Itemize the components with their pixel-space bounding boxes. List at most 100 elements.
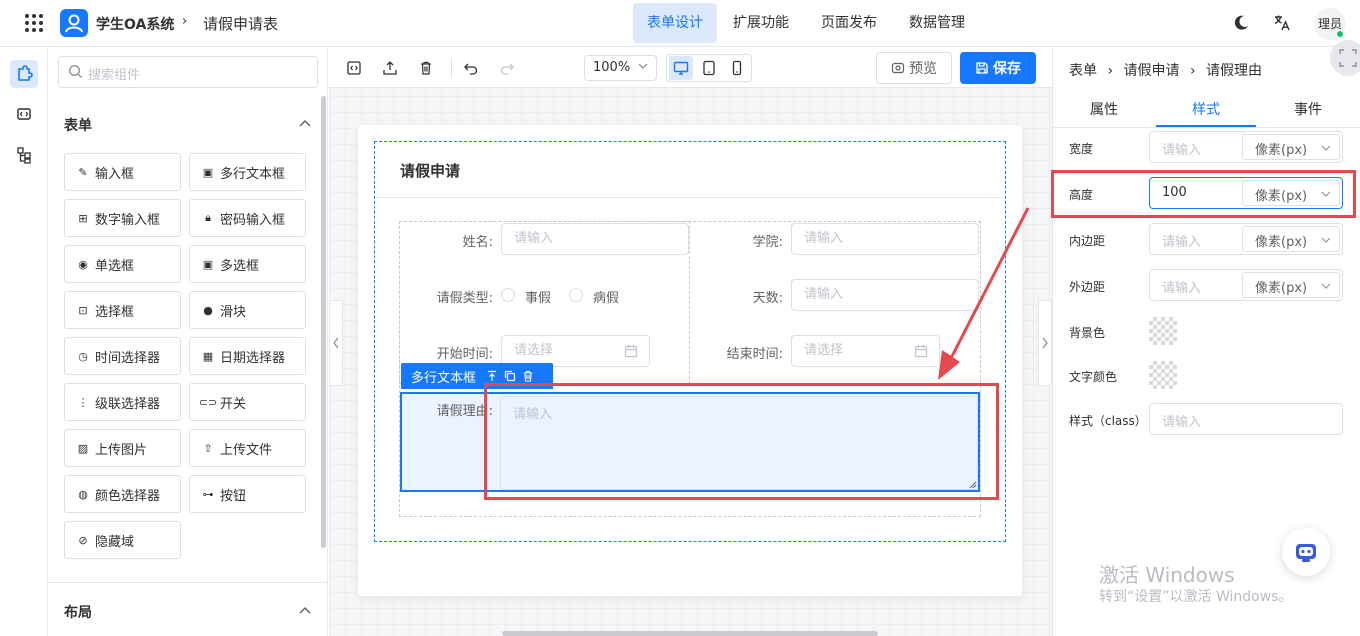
radio-personal[interactable]: [501, 288, 515, 302]
comp-slider[interactable]: ● 滑块: [189, 291, 306, 329]
chevron-up-icon[interactable]: [298, 118, 312, 128]
comp-label: 按钮: [220, 488, 247, 504]
comp-number[interactable]: ⊞ 数字输入框: [64, 199, 181, 237]
collapse-right-handle[interactable]: [1038, 300, 1052, 386]
expand-icon: [1339, 49, 1357, 67]
online-status-dot: [1336, 30, 1344, 38]
end-time-label: 结束时间:: [726, 347, 783, 362]
collapse-left-handle[interactable]: [329, 300, 343, 386]
tab-events[interactable]: 事件: [1294, 99, 1322, 119]
breadcrumb-item[interactable]: 请假申请: [1124, 63, 1180, 79]
class-label: 样式（class）: [1069, 414, 1147, 428]
chevron-down-icon: [1321, 145, 1331, 151]
comp-button[interactable]: ⊶ 按钮: [189, 475, 306, 513]
name-input[interactable]: 请输入: [501, 223, 689, 255]
chevron-down-icon: [1321, 237, 1331, 243]
comp-select[interactable]: ⊡ 选择框: [64, 291, 181, 329]
comp-password[interactable]: 🔒︎ 密码输入框: [189, 199, 306, 237]
padding-unit-select[interactable]: 像素(px): [1242, 226, 1340, 252]
tab-form-design[interactable]: 表单设计: [633, 3, 717, 43]
chevron-right-icon: [1042, 337, 1048, 349]
mobile-icon[interactable]: [725, 56, 749, 80]
comp-label: 日期选择器: [220, 350, 286, 366]
save-button[interactable]: 保存: [960, 52, 1036, 84]
delete-icon[interactable]: [522, 370, 534, 382]
bg-color-picker[interactable]: [1149, 317, 1177, 345]
lock-icon: 🔒︎: [205, 211, 211, 224]
save-icon: [976, 62, 988, 74]
search-icon: [68, 64, 83, 79]
tab-extensions[interactable]: 扩展功能: [719, 3, 803, 43]
comp-cascader[interactable]: ⋮ 级联选择器: [64, 383, 181, 421]
translate-icon[interactable]: [1273, 14, 1291, 32]
section-divider: [48, 582, 328, 583]
redo-icon[interactable]: [497, 58, 517, 78]
preview-button[interactable]: 预览: [876, 52, 952, 84]
desktop-icon[interactable]: [669, 56, 693, 80]
assistant-button[interactable]: [1282, 528, 1330, 576]
comp-upload-file[interactable]: ⇧ 上传文件: [189, 429, 306, 467]
eye-off-icon: ⊘: [78, 533, 88, 547]
comp-input[interactable]: ✎ 输入框: [64, 153, 181, 191]
unit-label: 像素(px): [1255, 189, 1308, 204]
rail-code-button[interactable]: [10, 100, 38, 128]
days-label: 天数:: [752, 291, 783, 306]
comp-date[interactable]: ▦ 日期选择器: [189, 337, 306, 375]
rail-components-button[interactable]: [10, 60, 38, 88]
text-color-picker[interactable]: [1149, 361, 1177, 389]
rail-tree-button[interactable]: [10, 140, 38, 168]
class-input[interactable]: 请输入: [1149, 403, 1343, 435]
radio-sick[interactable]: [569, 288, 583, 302]
export-icon[interactable]: [380, 58, 400, 78]
margin-input[interactable]: 请输入 像素(px): [1149, 269, 1343, 301]
calendar-icon: ▦: [202, 349, 214, 363]
calendar-icon: [624, 344, 638, 358]
height-unit-select[interactable]: 像素(px): [1242, 180, 1340, 206]
height-input[interactable]: 100 像素(px): [1149, 177, 1343, 209]
form-title: 请假申请: [400, 162, 461, 180]
margin-unit-select[interactable]: 像素(px): [1242, 272, 1340, 298]
breadcrumb-item[interactable]: 请假理由: [1206, 63, 1262, 79]
chevron-left-icon: [333, 337, 339, 349]
breadcrumb-item[interactable]: 表单: [1069, 63, 1097, 79]
chevron-up-icon[interactable]: [298, 605, 312, 615]
unit-label: 像素(px): [1255, 235, 1308, 250]
tab-page-publish[interactable]: 页面发布: [807, 3, 891, 43]
width-unit-select[interactable]: 像素(px): [1242, 134, 1340, 160]
comp-upload-image[interactable]: ▨ 上传图片: [64, 429, 181, 467]
breadcrumb-separator: ›: [1107, 63, 1114, 79]
apps-grid-icon[interactable]: [24, 13, 44, 33]
unit-label: 像素(px): [1255, 143, 1308, 158]
comp-switch[interactable]: ⊂⊃ 开关: [189, 383, 306, 421]
comp-time[interactable]: ◷ 时间选择器: [64, 337, 181, 375]
form-section-title: 表单: [64, 118, 92, 134]
comp-color[interactable]: ◍ 颜色选择器: [64, 475, 181, 513]
comp-checkbox[interactable]: ▣ 多选框: [189, 245, 306, 283]
college-label: 学院:: [752, 235, 783, 250]
comp-label: 多选框: [220, 258, 260, 274]
undo-icon[interactable]: [461, 58, 481, 78]
form-title-divider: [375, 197, 1005, 198]
trash-icon[interactable]: [416, 58, 436, 78]
search-placeholder: 搜索组件: [88, 68, 141, 83]
tab-attributes[interactable]: 属性: [1090, 99, 1118, 119]
tablet-icon[interactable]: [697, 56, 721, 80]
reason-label: 请假理由:: [436, 404, 493, 419]
dark-mode-icon[interactable]: [1232, 14, 1250, 32]
code-view-icon[interactable]: [344, 58, 364, 78]
tab-style[interactable]: 样式: [1192, 99, 1220, 119]
width-input[interactable]: 请输入 像素(px): [1149, 131, 1343, 163]
move-top-icon[interactable]: [486, 370, 498, 382]
radio-sick-label: 病假: [593, 291, 620, 306]
comp-textarea[interactable]: ▣ 多行文本框: [189, 153, 306, 191]
padding-input[interactable]: 请输入 像素(px): [1149, 223, 1343, 255]
comp-hidden[interactable]: ⊘ 隐藏域: [64, 521, 181, 559]
selected-tag-label: 多行文本框: [411, 370, 477, 386]
tab-data-manage[interactable]: 数据管理: [895, 3, 979, 43]
comp-radio[interactable]: ◉ 单选框: [64, 245, 181, 283]
upload-icon: ⇧: [203, 441, 213, 455]
canvas-horizontal-scrollbar[interactable]: [502, 631, 878, 636]
expand-corner-button[interactable]: [1330, 40, 1360, 76]
copy-icon[interactable]: [504, 370, 516, 382]
panel-scrollbar[interactable]: [321, 96, 326, 548]
